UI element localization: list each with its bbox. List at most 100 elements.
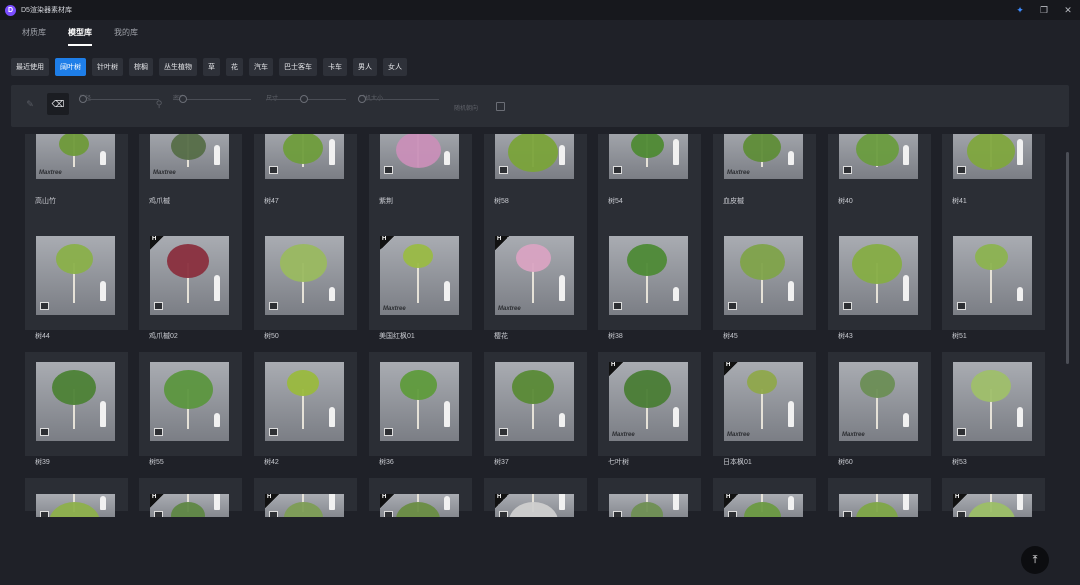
- random-size-knob[interactable]: [358, 95, 366, 103]
- model-thumbnail[interactable]: Maxtree: [150, 134, 229, 179]
- model-thumbnail[interactable]: [36, 362, 115, 441]
- model-thumbnail[interactable]: [36, 236, 115, 315]
- close-icon[interactable]: ✕: [1056, 5, 1080, 16]
- random-size-slider[interactable]: 随机大小: [359, 93, 439, 102]
- model-card[interactable]: H: [254, 478, 357, 517]
- model-thumbnail[interactable]: [609, 134, 688, 179]
- model-thumbnail[interactable]: Maxtree H: [724, 362, 803, 441]
- model-card[interactable]: Maxtree 鸡爪槭: [139, 134, 242, 228]
- model-thumbnail[interactable]: [36, 494, 115, 517]
- model-card[interactable]: H: [139, 478, 242, 517]
- model-card[interactable]: [828, 478, 931, 517]
- model-card[interactable]: Maxtree H 日本枫01: [713, 352, 816, 466]
- model-card[interactable]: H: [369, 478, 472, 517]
- model-thumbnail[interactable]: [953, 134, 1032, 179]
- eraser-icon[interactable]: ⌫: [47, 93, 69, 115]
- model-card[interactable]: 树51: [942, 226, 1045, 340]
- model-thumbnail[interactable]: H: [380, 494, 459, 517]
- model-card[interactable]: H: [484, 478, 587, 517]
- random-size-track[interactable]: [359, 99, 439, 100]
- model-thumbnail[interactable]: H: [265, 494, 344, 517]
- model-thumbnail[interactable]: [609, 494, 688, 517]
- model-card[interactable]: 树40: [828, 134, 931, 228]
- category-men[interactable]: 男人: [353, 58, 377, 76]
- model-card[interactable]: 树58: [484, 134, 587, 228]
- model-card[interactable]: 树45: [713, 226, 816, 340]
- model-card[interactable]: Maxtree 树60: [828, 352, 931, 466]
- scrollbar-thumb[interactable]: [1066, 152, 1069, 364]
- model-thumbnail[interactable]: H: [150, 236, 229, 315]
- model-thumbnail[interactable]: [495, 362, 574, 441]
- model-card[interactable]: 树54: [598, 134, 701, 228]
- model-thumbnail[interactable]: [495, 134, 574, 179]
- model-card[interactable]: 树42: [254, 352, 357, 466]
- category-flowers[interactable]: 花: [226, 58, 243, 76]
- model-card[interactable]: H 鸡爪槭02: [139, 226, 242, 340]
- model-card[interactable]: 树36: [369, 352, 472, 466]
- model-thumbnail[interactable]: [265, 236, 344, 315]
- arrow-up-to-line-icon[interactable]: ⤒: [1021, 546, 1049, 574]
- model-card[interactable]: 树55: [139, 352, 242, 466]
- dropper-icon[interactable]: ⚲: [148, 93, 170, 115]
- model-card[interactable]: 树53: [942, 352, 1045, 466]
- restore-icon[interactable]: ❐: [1032, 5, 1056, 16]
- model-card[interactable]: 树37: [484, 352, 587, 466]
- model-card[interactable]: Maxtree 血皮槭: [713, 134, 816, 228]
- category-grass[interactable]: 草: [203, 58, 220, 76]
- model-thumbnail[interactable]: Maxtree: [839, 362, 918, 441]
- category-women[interactable]: 女人: [383, 58, 407, 76]
- category-shrubs[interactable]: 丛生植物: [159, 58, 197, 76]
- brush-icon[interactable]: ✎: [19, 93, 41, 115]
- model-thumbnail[interactable]: Maxtree: [36, 134, 115, 179]
- model-thumbnail[interactable]: [380, 134, 459, 179]
- category-recent[interactable]: 最近使用: [11, 58, 49, 76]
- model-card[interactable]: Maxtree H 七叶树: [598, 352, 701, 466]
- model-card[interactable]: 紫荆: [369, 134, 472, 228]
- random-orientation-checkbox[interactable]: [496, 102, 505, 111]
- pin-icon[interactable]: ✦: [1008, 5, 1032, 16]
- model-thumbnail[interactable]: [953, 236, 1032, 315]
- density-knob[interactable]: [179, 95, 187, 103]
- size-knob[interactable]: [300, 95, 308, 103]
- model-card[interactable]: 树41: [942, 134, 1045, 228]
- model-thumbnail[interactable]: [609, 236, 688, 315]
- model-card[interactable]: [25, 478, 128, 517]
- model-thumbnail[interactable]: [953, 362, 1032, 441]
- model-card[interactable]: Maxtree H 樱花: [484, 226, 587, 340]
- category-broadleaf[interactable]: 阔叶树: [55, 58, 86, 76]
- model-card[interactable]: [598, 478, 701, 517]
- category-trucks[interactable]: 卡车: [323, 58, 347, 76]
- model-card[interactable]: Maxtree H 美国红枫01: [369, 226, 472, 340]
- model-thumbnail[interactable]: Maxtree H: [495, 236, 574, 315]
- model-thumbnail[interactable]: Maxtree: [724, 134, 803, 179]
- model-card[interactable]: 树50: [254, 226, 357, 340]
- model-card[interactable]: H: [942, 478, 1045, 517]
- model-thumbnail[interactable]: [839, 134, 918, 179]
- model-thumbnail[interactable]: H: [724, 494, 803, 517]
- model-card[interactable]: 树47: [254, 134, 357, 228]
- model-thumbnail[interactable]: H: [953, 494, 1032, 517]
- model-card[interactable]: 树43: [828, 226, 931, 340]
- model-thumbnail[interactable]: [265, 362, 344, 441]
- model-thumbnail[interactable]: [839, 236, 918, 315]
- model-card[interactable]: Maxtree 高山竹: [25, 134, 128, 228]
- model-thumbnail[interactable]: [724, 236, 803, 315]
- model-thumbnail[interactable]: [380, 362, 459, 441]
- radius-knob[interactable]: [79, 95, 87, 103]
- model-thumbnail[interactable]: H: [150, 494, 229, 517]
- radius-slider[interactable]: 半径: [79, 93, 159, 102]
- model-card[interactable]: 树39: [25, 352, 128, 466]
- category-cars[interactable]: 汽车: [249, 58, 273, 76]
- model-thumbnail[interactable]: [150, 362, 229, 441]
- model-card[interactable]: 树38: [598, 226, 701, 340]
- model-thumbnail[interactable]: Maxtree H: [380, 236, 459, 315]
- model-thumbnail[interactable]: Maxtree H: [609, 362, 688, 441]
- category-buses[interactable]: 巴士客车: [279, 58, 317, 76]
- model-card[interactable]: H: [713, 478, 816, 517]
- model-card[interactable]: 树44: [25, 226, 128, 340]
- model-thumbnail[interactable]: [839, 494, 918, 517]
- tab-my-library[interactable]: 我的库: [114, 27, 138, 42]
- tab-materials[interactable]: 材质库: [22, 27, 46, 42]
- category-conifer[interactable]: 针叶树: [92, 58, 123, 76]
- model-thumbnail[interactable]: [265, 134, 344, 179]
